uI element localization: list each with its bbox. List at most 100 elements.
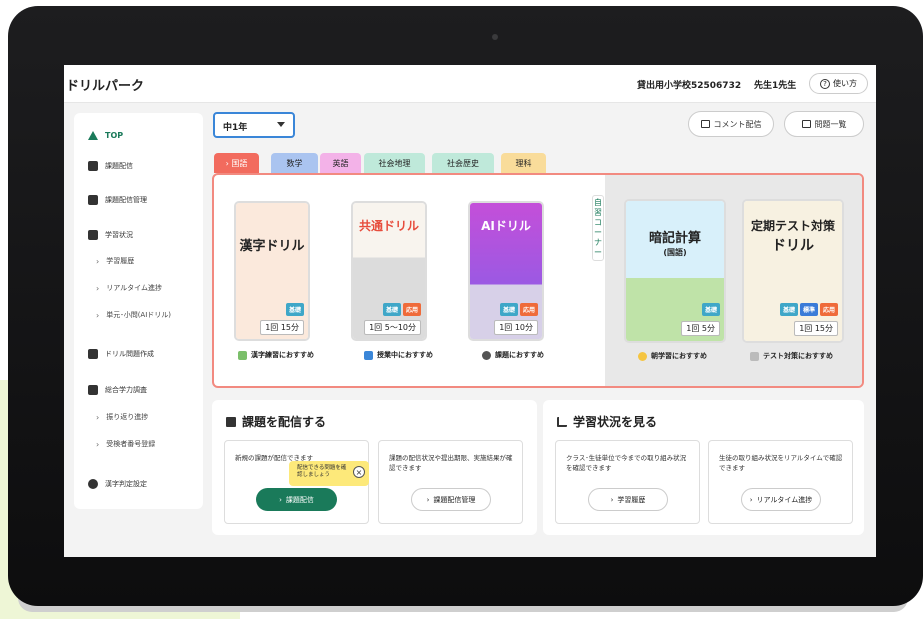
- assignment-icon: [88, 161, 98, 171]
- drill-time: 1回 15分: [794, 321, 838, 336]
- sidebar-item-label: 振り返り進捗: [106, 413, 149, 421]
- sun-icon: [638, 351, 647, 361]
- school-name: 貸出用小学校52506732: [637, 81, 742, 91]
- help-button[interactable]: ? 使い方: [809, 73, 868, 94]
- drill-card-test[interactable]: 定期テスト対策 ドリル 基礎 標準 応用 1回 15分: [742, 199, 844, 343]
- badge-basic: 基礎: [382, 303, 401, 316]
- sidebar-item-label: 受検者番号登録: [106, 440, 156, 448]
- pencil-icon: [88, 349, 98, 359]
- section-title-text: 課題を配信する: [242, 415, 327, 429]
- chevron-right-icon: ›: [96, 310, 100, 320]
- assign-section-title: 課題を配信する: [226, 413, 326, 430]
- assign-tooltip: 配信できる問題を確認しましょう ×: [289, 461, 369, 486]
- question-icon: ?: [820, 78, 830, 89]
- section-title-text: 学習状況を見る: [573, 415, 658, 429]
- rec-text: 課題におすすめ: [495, 351, 544, 359]
- sidebar-item-assign-manage[interactable]: 課題配信管理: [88, 195, 147, 205]
- drill-card-memorize[interactable]: 暗記計算 (国語) 基礎 1回 5分: [624, 199, 726, 343]
- tab-kokugo[interactable]: › 国語: [214, 153, 259, 173]
- drill-badges: 基礎: [701, 303, 720, 316]
- tab-history[interactable]: 社会歴史: [432, 153, 494, 173]
- header: ドリルパーク 貸出用小学校52506732 先生1先生 ? 使い方: [64, 65, 876, 103]
- chevron-down-icon: [277, 122, 285, 127]
- tab-math[interactable]: 数学: [271, 153, 318, 173]
- sidebar-item-survey[interactable]: 総合学力調査: [88, 385, 147, 395]
- chevron-right-icon: ›: [96, 283, 100, 293]
- self-study-label: 自習コーナー: [592, 195, 604, 261]
- drill-title: 漢字ドリル: [239, 239, 305, 254]
- history-button[interactable]: › 学習履歴: [588, 488, 668, 511]
- drill-time: 1回 15分: [260, 320, 304, 335]
- status-section-title: 学習状況を見る: [557, 413, 657, 430]
- assign-box: 新規の課題が配信できます 配信できる問題を確認しましょう × › 課題配信: [224, 440, 369, 524]
- sidebar-item-assign[interactable]: 課題配信: [88, 161, 133, 171]
- realtime-button-label: リアルタイム進捗: [756, 495, 813, 504]
- assign-button-label: 課題配信: [285, 495, 314, 504]
- assignment-icon: [226, 416, 236, 427]
- drill-card-common[interactable]: 共通ドリル 基礎 応用 1回 5〜10分: [351, 201, 427, 341]
- assign-manage-button[interactable]: › 課題配信管理: [411, 488, 491, 511]
- sidebar-item-label: 課題配信: [105, 162, 133, 170]
- realtime-box: 生徒の取り組み状況をリアルタイムで確認できます › リアルタイム進捗: [708, 440, 853, 524]
- check-circle-icon: [88, 479, 98, 489]
- status-section: 学習状況を見る クラス･生徒単位で今までの取り組み状況を確認できます › 学習履歴…: [543, 400, 864, 535]
- sidebar-item-label: 学習履歴: [106, 257, 135, 265]
- robot-icon: [482, 350, 491, 360]
- people-icon: [88, 385, 98, 395]
- history-button-label: 学習履歴: [617, 495, 646, 504]
- assign-manage-box: 課題の配信状況や提出期限、実施結果が確認できます › 課題配信管理: [378, 440, 523, 524]
- comment-icon: [700, 120, 710, 128]
- drill-title: 暗記計算: [648, 231, 701, 246]
- drill-time: 1回 10分: [494, 320, 538, 335]
- comment-button[interactable]: コメント配信: [688, 111, 774, 137]
- home-icon: [88, 131, 98, 140]
- chevron-right-icon: ›: [96, 412, 100, 422]
- drill-title: 共通ドリル: [358, 219, 419, 233]
- sidebar-item-review[interactable]: › 振り返り進捗: [96, 412, 148, 422]
- sidebar-item-kanji[interactable]: 漢字判定設定: [88, 479, 147, 489]
- rec-text: 漢字練習におすすめ: [251, 351, 314, 359]
- close-icon[interactable]: ×: [353, 466, 365, 478]
- chevron-right-icon: ›: [426, 495, 430, 504]
- rec-text: 授業中におすすめ: [377, 351, 433, 359]
- grade-select[interactable]: 中1年: [213, 112, 295, 138]
- badge-basic: 基礎: [701, 303, 720, 316]
- writing-icon: [238, 350, 247, 360]
- history-box: クラス･生徒単位で今までの取り組み状況を確認できます › 学習履歴: [555, 440, 700, 524]
- sidebar-item-top[interactable]: TOP: [88, 131, 123, 140]
- sidebar-item-realtime[interactable]: › リアルタイム進捗: [96, 283, 162, 293]
- tab-science[interactable]: 理科: [501, 153, 546, 173]
- sidebar-item-label: 総合学力調査: [105, 386, 147, 394]
- bar-chart-icon: [557, 416, 567, 427]
- assign-button[interactable]: › 課題配信: [256, 488, 337, 511]
- sidebar-item-label: リアルタイム進捗: [106, 284, 162, 292]
- badge-advanced: 応用: [519, 303, 538, 316]
- tab-english[interactable]: 英語: [320, 153, 361, 173]
- rec-ai: 課題におすすめ: [482, 350, 544, 360]
- help-label: 使い方: [833, 79, 857, 88]
- realtime-button[interactable]: › リアルタイム進捗: [741, 488, 821, 511]
- classroom-icon: [364, 350, 373, 360]
- chevron-right-icon: ›: [749, 495, 753, 504]
- rec-memorize: 朝学習におすすめ: [638, 351, 707, 361]
- sidebar-item-create[interactable]: ドリル問題作成: [88, 349, 154, 359]
- drill-badges: 基礎 標準 応用: [779, 303, 838, 316]
- sidebar-item-examinee[interactable]: › 受検者番号登録: [96, 439, 155, 449]
- app-title[interactable]: ドリルパーク: [66, 75, 144, 94]
- realtime-box-text: 生徒の取り組み状況をリアルタイムで確認できます: [719, 454, 843, 472]
- assign-manage-text: 課題の配信状況や提出期限、実施結果が確認できます: [389, 454, 513, 472]
- sidebar-item-status[interactable]: 学習状況: [88, 230, 133, 240]
- assignment-manage-icon: [88, 195, 98, 205]
- drill-card-kanji[interactable]: 漢字ドリル 基礎 1回 15分: [234, 201, 310, 341]
- problem-list-button[interactable]: 問題一覧: [784, 111, 864, 137]
- assign-manage-label: 課題配信管理: [433, 495, 476, 504]
- sidebar-item-label: 学習状況: [105, 231, 133, 239]
- drill-panel: 自習コーナー 漢字ドリル 基礎 1回 15分 漢字練習におすすめ 共通ドリル 基…: [212, 173, 864, 388]
- grade-select-value: 中1年: [223, 123, 248, 133]
- chevron-right-icon: ›: [96, 439, 100, 449]
- tab-geography[interactable]: 社会地理: [364, 153, 425, 173]
- drill-card-ai[interactable]: AIドリル 基礎 応用 1回 10分: [468, 201, 544, 341]
- sidebar-item-history[interactable]: › 学習履歴: [96, 256, 134, 266]
- sidebar-item-unit[interactable]: › 単元･小問(AIドリル): [96, 310, 171, 320]
- test-icon: [750, 351, 759, 361]
